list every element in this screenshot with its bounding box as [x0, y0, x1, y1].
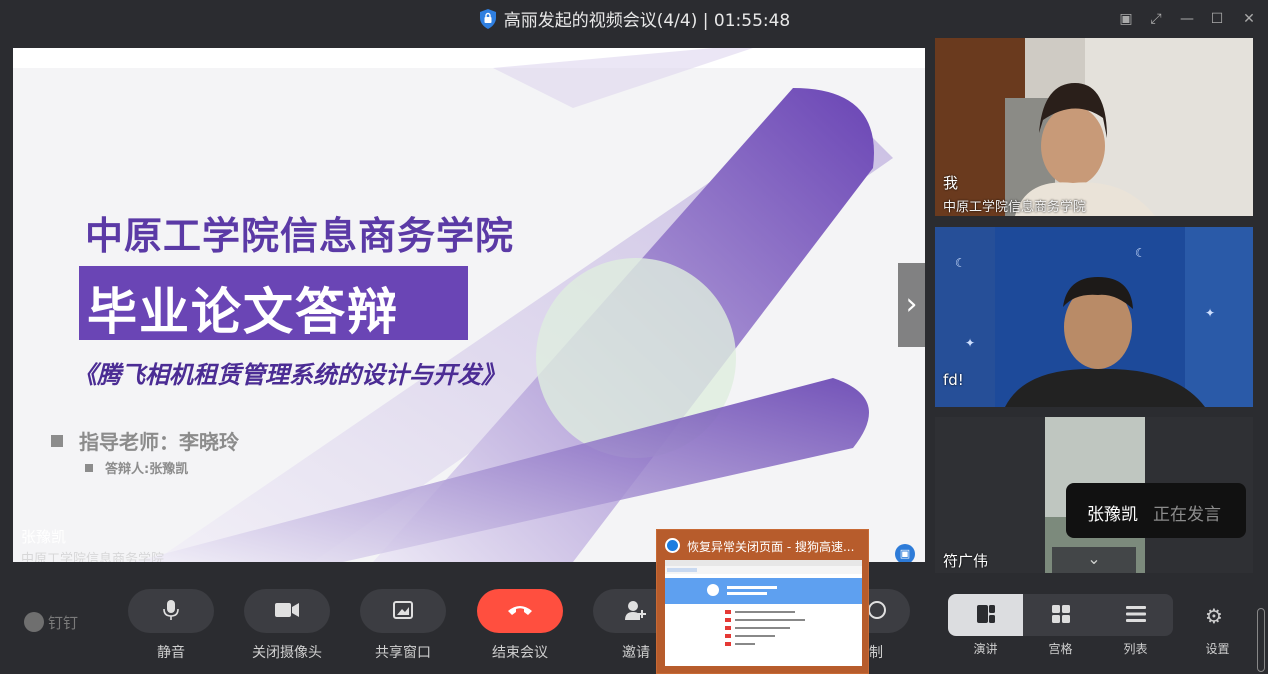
speaker-name: 张豫凯	[1087, 505, 1138, 525]
mute-button[interactable]	[128, 589, 214, 633]
minimize-icon[interactable]: —	[1177, 9, 1197, 29]
slide-main-title: 毕业论文答辩	[87, 283, 399, 341]
mute-label: 静音	[157, 645, 185, 661]
browser-preview-popup[interactable]: 恢复异常关闭页面 - 搜狗高速...	[656, 529, 869, 674]
next-slide-arrow-icon[interactable]: ›	[898, 263, 925, 347]
add-user-icon	[625, 601, 646, 620]
svg-text:☾: ☾	[1135, 246, 1146, 260]
camera-button[interactable]	[244, 589, 330, 633]
bottom-toolbar: 钉钉 静音 关闭摄像头 共享窗口 结束会议 邀请 制 演讲 宫格 列表 ⚙ 设置	[0, 574, 1268, 674]
pip-icon[interactable]: ▣	[1116, 9, 1136, 29]
svg-text:✦: ✦	[965, 336, 975, 350]
video-tile-me[interactable]: 我 中原工学院信息商务学院	[935, 38, 1253, 216]
speaking-toast: 张豫凯 正在发言	[1066, 483, 1246, 538]
view-present-label: 演讲	[973, 642, 998, 656]
participant-name: 符广伟	[943, 552, 989, 570]
settings-label: 设置	[1205, 642, 1230, 656]
end-meeting-label: 结束会议	[492, 645, 548, 661]
share-window-button[interactable]	[360, 589, 446, 633]
window-title: 高丽发起的视频会议(4/4) | 01:55:48	[503, 11, 791, 31]
participant-name: 我	[943, 174, 959, 192]
presenter-name: 张豫凯	[21, 528, 67, 546]
list-layout-icon	[1125, 606, 1146, 622]
slide-defender-line: 答辩人:张豫凯	[85, 458, 188, 477]
speaker-status: 正在发言	[1153, 505, 1221, 525]
slide-school-title: 中原工学院信息商务学院	[85, 214, 515, 258]
shared-screen[interactable]: 中原工学院信息商务学院 毕业论文答辩 《腾飞相机租赁管理系统的设计与开发》 指导…	[13, 48, 925, 562]
end-meeting-button[interactable]	[477, 589, 563, 633]
share-screen-icon	[393, 601, 413, 619]
screen-annotation-icon[interactable]: ▣	[895, 544, 915, 562]
dingtalk-icon	[24, 612, 44, 632]
presenter-org: 中原工学院信息商务学院	[21, 552, 165, 562]
preview-thumbnail	[665, 560, 862, 666]
view-list-button[interactable]	[1098, 594, 1173, 636]
hang-up-icon	[508, 606, 532, 615]
share-label: 共享窗口	[375, 645, 431, 661]
view-mode-group	[948, 594, 1173, 636]
video-tile-fd[interactable]: ☾ ☾ ✦ ✦ fd!	[935, 227, 1253, 407]
browser-thumbnail-graphic	[665, 560, 862, 646]
close-icon[interactable]: ✕	[1239, 9, 1259, 29]
gear-icon[interactable]: ⚙	[1205, 604, 1223, 628]
video-feed-me	[935, 38, 1253, 216]
bullet-icon	[51, 435, 63, 447]
slide-subtitle: 《腾飞相机租赁管理系统的设计与开发》	[73, 361, 505, 389]
camera-label: 关闭摄像头	[252, 645, 322, 661]
record-icon	[868, 601, 886, 619]
view-list-label: 列表	[1123, 642, 1148, 656]
sogou-browser-icon	[665, 538, 680, 553]
window-title-wrap: 高丽发起的视频会议(4/4) | 01:55:48	[0, 6, 1268, 31]
brand-label: 钉钉	[48, 614, 79, 632]
grid-layout-icon	[1051, 605, 1070, 623]
camera-icon	[275, 603, 299, 617]
microphone-icon	[163, 600, 179, 620]
slide-teacher-line: 指导老师：李晓玲	[51, 426, 239, 455]
view-present-button[interactable]	[948, 594, 1023, 636]
preview-title: 恢复异常关闭页面 - 搜狗高速...	[687, 540, 855, 554]
bullet-icon	[85, 464, 93, 472]
volume-meter	[1257, 608, 1265, 672]
dingtalk-logo: 钉钉	[24, 612, 78, 633]
present-layout-icon	[976, 605, 995, 623]
participant-org: 中原工学院信息商务学院	[943, 200, 1087, 215]
view-grid-label: 宫格	[1048, 642, 1073, 656]
svg-text:☾: ☾	[955, 256, 966, 270]
maximize-icon[interactable]: ☐	[1207, 9, 1227, 29]
title-bar: 高丽发起的视频会议(4/4) | 01:55:48 ▣ ⤢ — ☐ ✕	[0, 0, 1268, 38]
slide-defender: 答辩人:张豫凯	[105, 462, 189, 477]
fullscreen-icon[interactable]: ⤢	[1146, 9, 1166, 29]
svg-text:✦: ✦	[1205, 306, 1215, 320]
participant-name: fd!	[943, 371, 964, 389]
view-grid-button[interactable]	[1023, 594, 1098, 636]
shield-lock-icon	[479, 9, 496, 29]
video-feed-fd: ☾ ☾ ✦ ✦	[935, 227, 1253, 407]
chevron-down-icon[interactable]: ⌄	[1052, 547, 1136, 573]
slide-teacher: 指导老师：李晓玲	[79, 430, 239, 454]
